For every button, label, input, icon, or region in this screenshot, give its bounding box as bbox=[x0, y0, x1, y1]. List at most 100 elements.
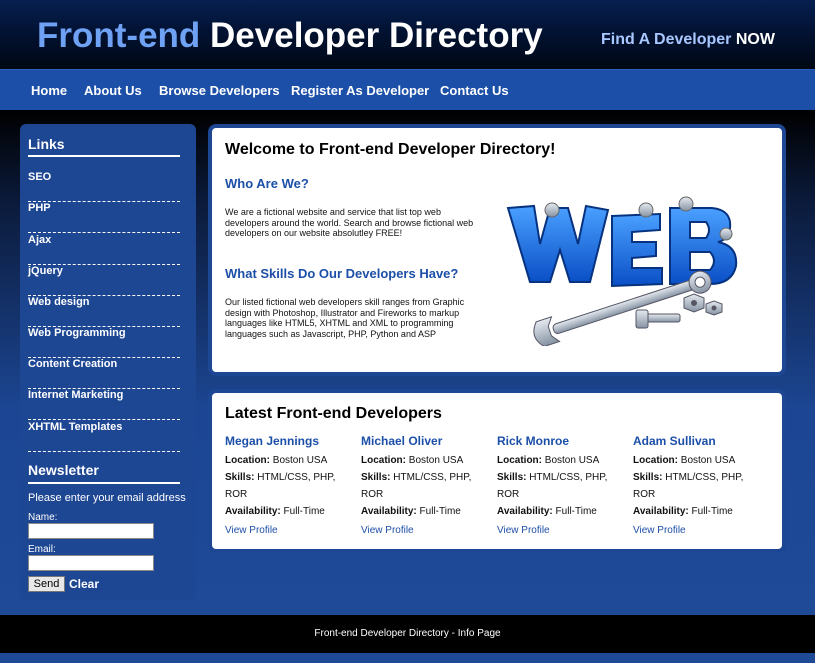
developer-name[interactable]: Adam Sullivan bbox=[633, 434, 763, 448]
developer-availability: Availability: Full-Time bbox=[361, 503, 491, 520]
who-text: We are a fictional website and service t… bbox=[225, 207, 474, 238]
view-profile-link[interactable]: View Profile bbox=[633, 525, 763, 536]
sidebar-link-label: Internet Marketing bbox=[28, 389, 124, 401]
availability-value: Full-Time bbox=[555, 506, 597, 517]
letter-w-shape bbox=[506, 204, 610, 283]
view-profile-link[interactable]: View Profile bbox=[225, 525, 355, 536]
welcome-panel: Welcome to Front-end Developer Directory… bbox=[208, 124, 786, 376]
developer-card: Megan Jennings Location: Boston USA Skil… bbox=[225, 434, 355, 536]
developer-name[interactable]: Rick Monroe bbox=[497, 434, 627, 448]
skills-label: Skills: bbox=[633, 472, 663, 483]
availability-label: Availability: bbox=[633, 506, 689, 517]
sidebar-link-content-creation[interactable]: Content Creation bbox=[28, 358, 180, 389]
developer-location: Location: Boston USA bbox=[497, 452, 627, 469]
site-footer: Front-end Developer Directory - Info Pag… bbox=[0, 615, 815, 653]
developer-skills: Skills: HTML/CSS, PHP, ROR bbox=[225, 469, 355, 503]
links-divider bbox=[28, 155, 180, 157]
sidebar-link-label: Ajax bbox=[28, 234, 52, 246]
developer-location: Location: Boston USA bbox=[361, 452, 491, 469]
latest-developers-panel: Latest Front-end Developers Megan Jennin… bbox=[208, 389, 786, 553]
sidebar-link-xhtml-templates[interactable]: XHTML Templates bbox=[28, 421, 180, 452]
developer-skills: Skills: HTML/CSS, PHP, ROR bbox=[361, 469, 491, 503]
location-value: Boston USA bbox=[544, 455, 600, 466]
sidebar-link-label: Web design bbox=[28, 296, 90, 308]
bolt-icon bbox=[638, 202, 654, 218]
developer-location: Location: Boston USA bbox=[225, 452, 355, 469]
bolt-icon bbox=[719, 227, 733, 241]
availability-value: Full-Time bbox=[283, 506, 325, 517]
nav-contact-us[interactable]: Contact Us bbox=[440, 83, 509, 98]
site-logo[interactable]: Front-end Developer Directory bbox=[37, 16, 543, 56]
bolt-shaft-icon bbox=[645, 313, 681, 323]
developer-skills: Skills: HTML/CSS, PHP, ROR bbox=[633, 469, 763, 503]
welcome-title: Welcome to Front-end Developer Directory… bbox=[225, 141, 556, 158]
cta-now: NOW bbox=[735, 31, 775, 48]
email-field[interactable] bbox=[28, 555, 154, 571]
logo-developer-directory: Developer Directory bbox=[210, 16, 543, 55]
sidebar-link-internet-marketing[interactable]: Internet Marketing bbox=[28, 389, 180, 420]
sidebar-link-web-programming[interactable]: Web Programming bbox=[28, 327, 180, 358]
name-field[interactable] bbox=[28, 523, 154, 539]
skills-label: Skills: bbox=[225, 472, 255, 483]
who-heading: Who Are We? bbox=[225, 176, 309, 191]
location-label: Location: bbox=[633, 455, 678, 466]
developer-availability: Availability: Full-Time bbox=[497, 503, 627, 520]
availability-value: Full-Time bbox=[691, 506, 733, 517]
sidebar-link-php[interactable]: PHP bbox=[28, 202, 180, 233]
find-developer-cta[interactable]: Find A Developer NOW bbox=[601, 31, 775, 49]
developer-card: Rick Monroe Location: Boston USA Skills:… bbox=[497, 434, 627, 536]
sidebar-link-label: Web Programming bbox=[28, 327, 126, 339]
developer-availability: Availability: Full-Time bbox=[633, 503, 763, 520]
view-profile-link[interactable]: View Profile bbox=[361, 525, 491, 536]
sidebar: Links SEO PHP Ajax jQuery Web design Web… bbox=[20, 124, 196, 600]
nav-browse-developers[interactable]: Browse Developers bbox=[159, 83, 280, 98]
nav-home[interactable]: Home bbox=[31, 83, 67, 98]
sidebar-link-label: SEO bbox=[28, 171, 52, 183]
cta-text: Find A Developer bbox=[601, 31, 732, 48]
links-heading: Links bbox=[28, 136, 65, 152]
location-value: Boston USA bbox=[272, 455, 328, 466]
footer-text: Front-end Developer Directory - Info Pag… bbox=[314, 628, 501, 639]
sidebar-link-web-design[interactable]: Web design bbox=[28, 296, 180, 327]
developer-skills: Skills: HTML/CSS, PHP, ROR bbox=[497, 469, 627, 503]
newsletter-prompt: Please enter your email address bbox=[28, 492, 186, 504]
developer-availability: Availability: Full-Time bbox=[225, 503, 355, 520]
developer-name[interactable]: Megan Jennings bbox=[225, 434, 355, 448]
bolt-icon bbox=[678, 196, 694, 212]
nut-hole bbox=[711, 305, 717, 311]
nav-about-us[interactable]: About Us bbox=[84, 83, 142, 98]
developer-name[interactable]: Michael Oliver bbox=[361, 434, 491, 448]
bolt-head-icon bbox=[635, 309, 649, 329]
location-label: Location: bbox=[225, 455, 270, 466]
sidebar-link-label: Content Creation bbox=[28, 358, 118, 370]
latest-title: Latest Front-end Developers bbox=[225, 405, 442, 422]
view-profile-link[interactable]: View Profile bbox=[497, 525, 627, 536]
footer-bottom-bar bbox=[0, 653, 815, 663]
location-value: Boston USA bbox=[680, 455, 736, 466]
sidebar-link-label: jQuery bbox=[28, 265, 63, 277]
sidebar-link-jquery[interactable]: jQuery bbox=[28, 265, 180, 296]
name-label: Name: bbox=[28, 512, 58, 523]
newsletter-heading: Newsletter bbox=[28, 462, 99, 478]
location-label: Location: bbox=[361, 455, 406, 466]
bolt-icon bbox=[544, 202, 560, 218]
skills-label: Skills: bbox=[361, 472, 391, 483]
location-value: Boston USA bbox=[408, 455, 464, 466]
skills-text: Our listed fictional web developers skil… bbox=[225, 297, 465, 339]
email-label: Email: bbox=[28, 544, 56, 555]
newsletter-divider bbox=[28, 482, 180, 484]
sidebar-link-label: PHP bbox=[28, 202, 51, 214]
skills-label: Skills: bbox=[497, 472, 527, 483]
sidebar-link-seo[interactable]: SEO bbox=[28, 171, 180, 202]
send-button[interactable]: Send bbox=[28, 576, 65, 592]
sidebar-link-ajax[interactable]: Ajax bbox=[28, 234, 180, 265]
site-header: Front-end Developer Directory Find A Dev… bbox=[0, 0, 815, 69]
nav-register-as-developer[interactable]: Register As Developer bbox=[291, 83, 429, 98]
availability-value: Full-Time bbox=[419, 506, 461, 517]
availability-label: Availability: bbox=[225, 506, 281, 517]
sidebar-link-label: XHTML Templates bbox=[28, 421, 123, 433]
nut-hole bbox=[691, 300, 697, 306]
clear-button[interactable]: Clear bbox=[69, 577, 99, 591]
availability-label: Availability: bbox=[361, 506, 417, 517]
skills-heading: What Skills Do Our Developers Have? bbox=[225, 266, 459, 281]
